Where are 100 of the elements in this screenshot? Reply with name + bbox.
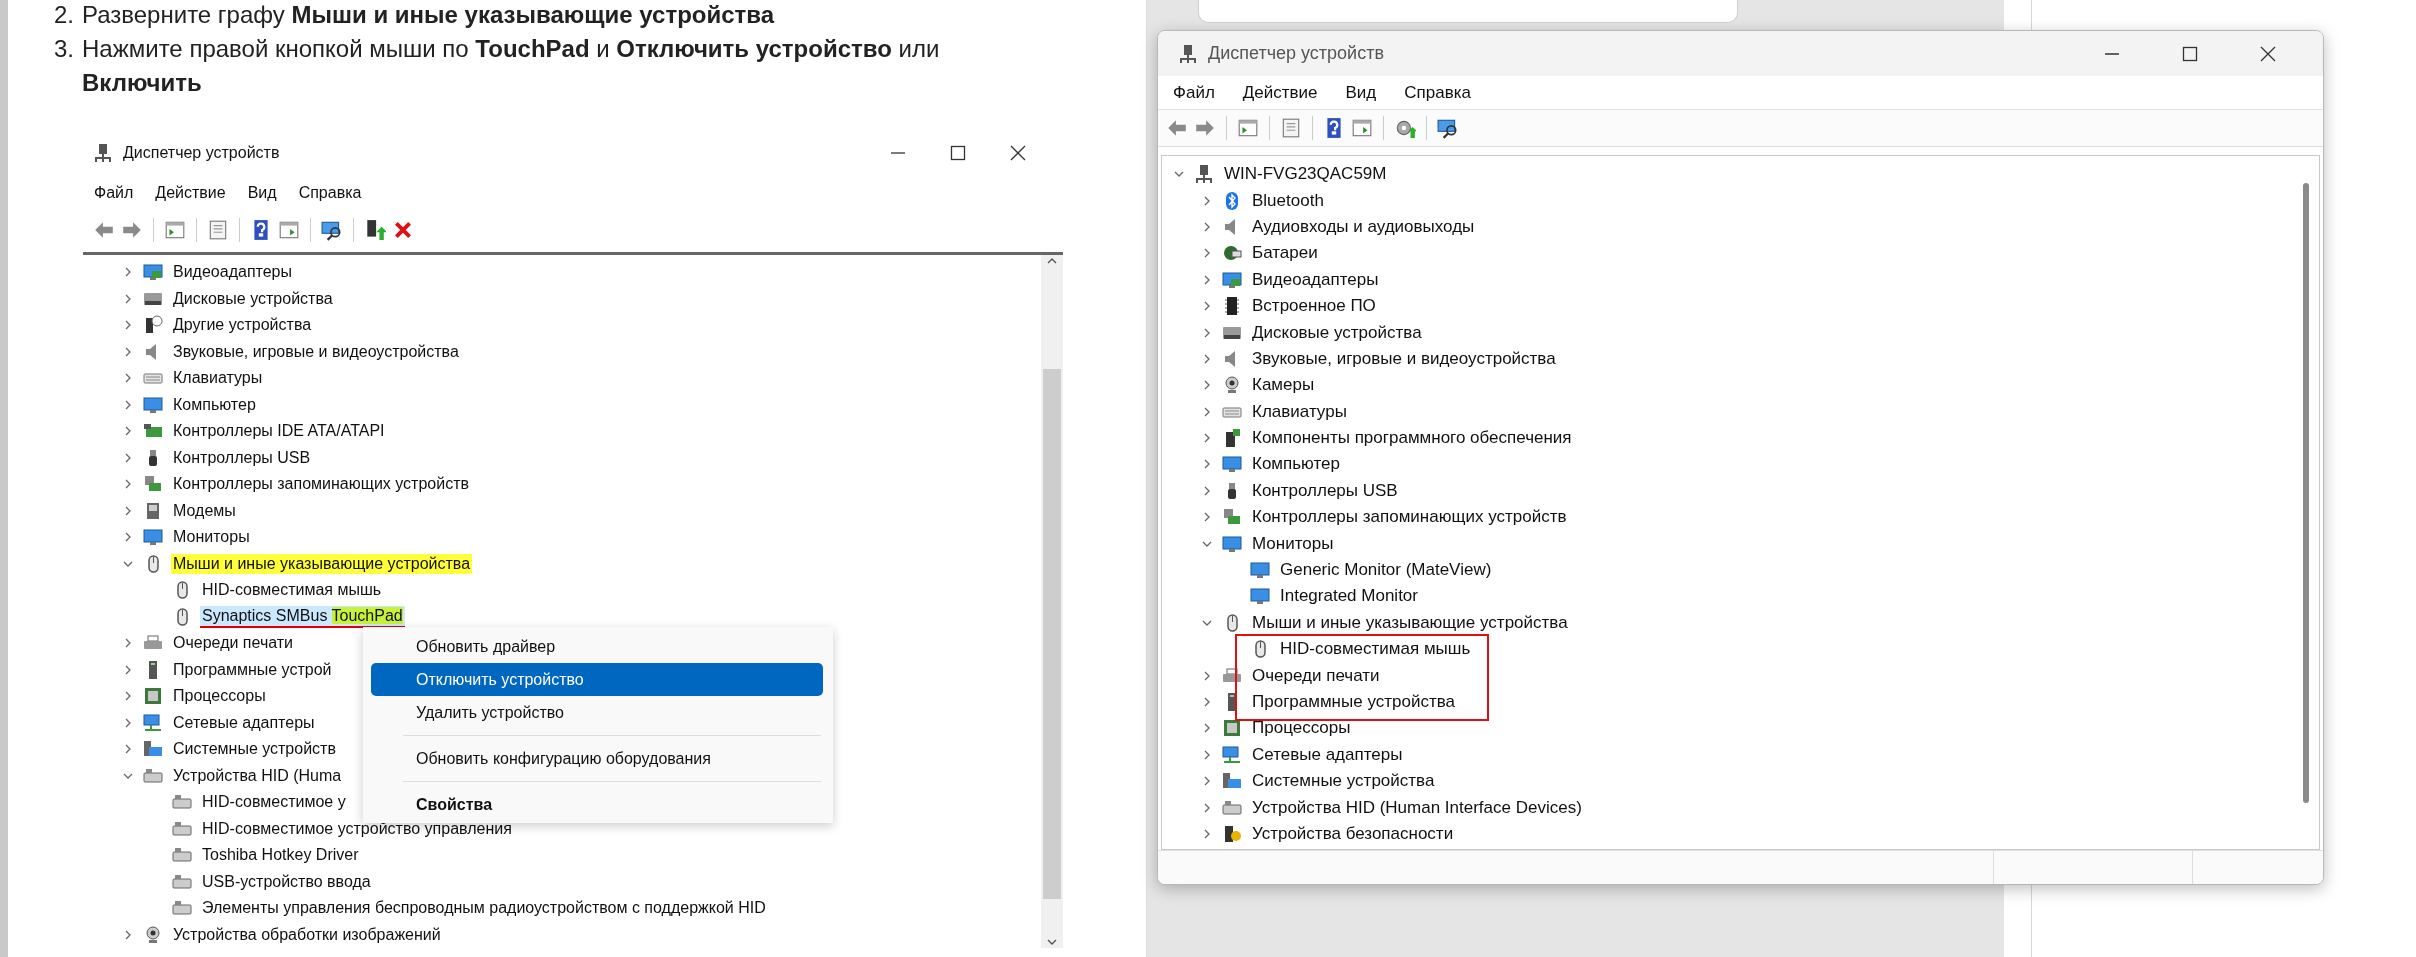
tree-item[interactable]: HID-совместимая мышь — [200, 580, 384, 601]
tree-item[interactable]: Аудиовходы и аудиовыходы — [1250, 215, 1477, 238]
tree-item[interactable]: Процессоры — [1250, 717, 1353, 740]
menu-item[interactable]: Удалить устройство — [371, 696, 823, 729]
menu-item[interactable]: Файл — [1173, 82, 1215, 103]
tree-item[interactable]: Системные устройств — [171, 739, 338, 760]
tree-item[interactable]: Toshiba Hotkey Driver — [200, 845, 361, 866]
processor-icon — [143, 686, 163, 707]
tree-item[interactable]: Контроллеры IDE ATA/ATAPI — [171, 421, 387, 442]
tree-item[interactable]: Программные устрой — [171, 659, 334, 680]
menu-item[interactable]: Действие — [155, 184, 226, 202]
scroll-thumb[interactable] — [2303, 183, 2309, 803]
tree-item[interactable]: Сетевые адаптеры — [1250, 743, 1405, 766]
document-icon[interactable] — [207, 219, 229, 241]
monitor-icon — [143, 527, 163, 548]
delete-icon[interactable] — [392, 219, 414, 241]
monitor-search-icon[interactable] — [1437, 117, 1459, 139]
tree-item[interactable]: Очереди печати — [171, 633, 296, 654]
menu-item[interactable]: Обновить конфигурацию оборудования — [371, 742, 823, 775]
tree-item[interactable]: Контроллеры USB — [1250, 479, 1400, 502]
tree-item[interactable]: Модемы — [171, 500, 238, 521]
tree-item[interactable]: Generic Monitor (MateView) — [1278, 559, 1494, 582]
tree-item[interactable]: Программные устройства — [1250, 691, 1457, 713]
tree-item[interactable]: Звуковые, игровые и видеоустройства — [1250, 347, 1558, 370]
document-icon[interactable] — [1280, 117, 1302, 139]
close-icon[interactable] — [1008, 143, 1028, 163]
tree-item[interactable]: Элементы управления беспроводным радиоустройством с поддержкой HID — [200, 898, 768, 919]
tree-item[interactable]: Устройства безопасности — [1250, 822, 1456, 845]
step-text: Разверните графу Мыши и иные указывающие устройства — [82, 0, 776, 30]
menu-item[interactable]: Файл — [94, 184, 134, 202]
computer-icon — [1194, 164, 1214, 185]
menu-item[interactable]: Отключить устройство — [371, 663, 823, 696]
menu-item[interactable]: Вид — [1345, 82, 1377, 103]
tree-item[interactable]: Контроллеры запоминающих устройств — [1250, 506, 1569, 529]
tree-item[interactable]: HID-совместимое устройство управления — [200, 818, 514, 839]
tree-item[interactable]: Сетевые адаптеры — [171, 712, 317, 733]
tree-item[interactable]: Мониторы — [171, 527, 252, 548]
tree-item[interactable]: Видеоадаптеры — [1250, 268, 1381, 291]
panel-icon[interactable] — [278, 219, 300, 241]
tree-item[interactable]: Контроллеры USB — [171, 447, 313, 468]
computer-icon — [1178, 43, 1198, 64]
tree-item[interactable]: Контроллеры запоминающих устройств — [171, 474, 471, 495]
webcam-icon — [143, 924, 163, 945]
tree-item[interactable]: Очереди печати — [1250, 664, 1382, 687]
tree-item[interactable]: Камеры — [1250, 374, 1317, 397]
tree-item[interactable]: Системные устройства — [1250, 770, 1437, 793]
tree-item[interactable]: Батареи — [1250, 242, 1320, 265]
device-add-icon[interactable] — [364, 219, 386, 241]
webcam-icon — [1222, 375, 1242, 396]
tree-item[interactable]: Мониторы — [1250, 532, 1336, 555]
monitor-icon — [1222, 454, 1242, 475]
tree-item[interactable]: Компьютер — [1250, 453, 1342, 476]
tree-item[interactable]: Integrated Monitor — [1278, 585, 1420, 608]
tree-item[interactable]: Дисковые устройства — [1250, 321, 1424, 344]
processor-icon — [1222, 718, 1242, 739]
menu-item[interactable]: Обновить драйвер — [371, 630, 823, 663]
tree-item[interactable]: Bluetooth — [1250, 189, 1326, 212]
tree-item[interactable]: WIN-FVG23QAC59M — [1222, 163, 1389, 186]
tree-item[interactable]: Устройства HID (Huma — [171, 765, 344, 786]
tree-item[interactable]: Звуковые, игровые и видеоустройства — [171, 341, 461, 362]
display-adapter-icon — [1222, 269, 1242, 290]
scroll-thumb[interactable] — [1043, 369, 1061, 899]
tree-item[interactable]: Компоненты программного обеспечения — [1250, 427, 1574, 450]
menu-item[interactable]: Справка — [298, 184, 362, 202]
maximize-icon[interactable] — [948, 143, 968, 163]
tree-item[interactable]: Другие устройства — [171, 315, 314, 336]
window-title: Диспетчер устройств — [1208, 43, 1384, 64]
tree-item[interactable]: Мыши и иные указывающие устройства — [171, 553, 473, 574]
tree-item[interactable]: Клавиатуры — [171, 368, 265, 389]
panel-icon[interactable] — [1237, 117, 1259, 139]
tree-item[interactable]: HID-совместимая мышь — [1278, 638, 1473, 661]
step-text: Нажмите правой кнопкой мыши по TouchPad и Отключить устройство или Включить — [82, 34, 941, 98]
tree-item[interactable]: HID-совместимое у — [200, 792, 348, 813]
tree-item[interactable]: Устройства обработки изображений — [171, 924, 443, 945]
panel-icon[interactable] — [164, 219, 186, 241]
scrollbar[interactable] — [1041, 255, 1063, 948]
tree-item[interactable]: Synaptics SMBus TouchPad — [200, 605, 405, 628]
tree-item[interactable]: Встроенное ПО — [1250, 295, 1378, 318]
monitor-icon — [1222, 533, 1242, 554]
monitor-search-icon[interactable] — [321, 219, 343, 241]
tree-item[interactable]: Компьютер — [171, 394, 258, 415]
monitor-icon — [1250, 560, 1270, 581]
tree-item[interactable]: Процессоры — [171, 686, 268, 707]
monitor-icon — [1250, 586, 1270, 607]
display-adapter-icon — [143, 262, 163, 283]
tree-item[interactable]: Мыши и иные указывающие устройства — [1250, 611, 1570, 634]
menu-item[interactable]: Действие — [1242, 82, 1318, 103]
tree-item[interactable]: Клавиатуры — [1250, 400, 1349, 423]
tree-item[interactable]: USB-устройство ввода — [200, 871, 373, 892]
panel-icon[interactable] — [1351, 117, 1373, 139]
tree-item[interactable]: Видеоадаптеры — [171, 262, 294, 283]
computer-icon — [93, 143, 113, 163]
security-device-icon — [1222, 823, 1242, 844]
menu-item[interactable]: Свойства — [371, 788, 823, 821]
unknown-device-icon — [143, 315, 163, 336]
tree-item[interactable]: Устройства HID (Human Interface Devices) — [1250, 796, 1584, 819]
menu-item[interactable]: Справка — [1404, 82, 1471, 103]
tree-item[interactable]: Дисковые устройства — [171, 288, 335, 309]
monitor-icon — [143, 394, 163, 415]
menu-item[interactable]: Вид — [247, 184, 277, 202]
